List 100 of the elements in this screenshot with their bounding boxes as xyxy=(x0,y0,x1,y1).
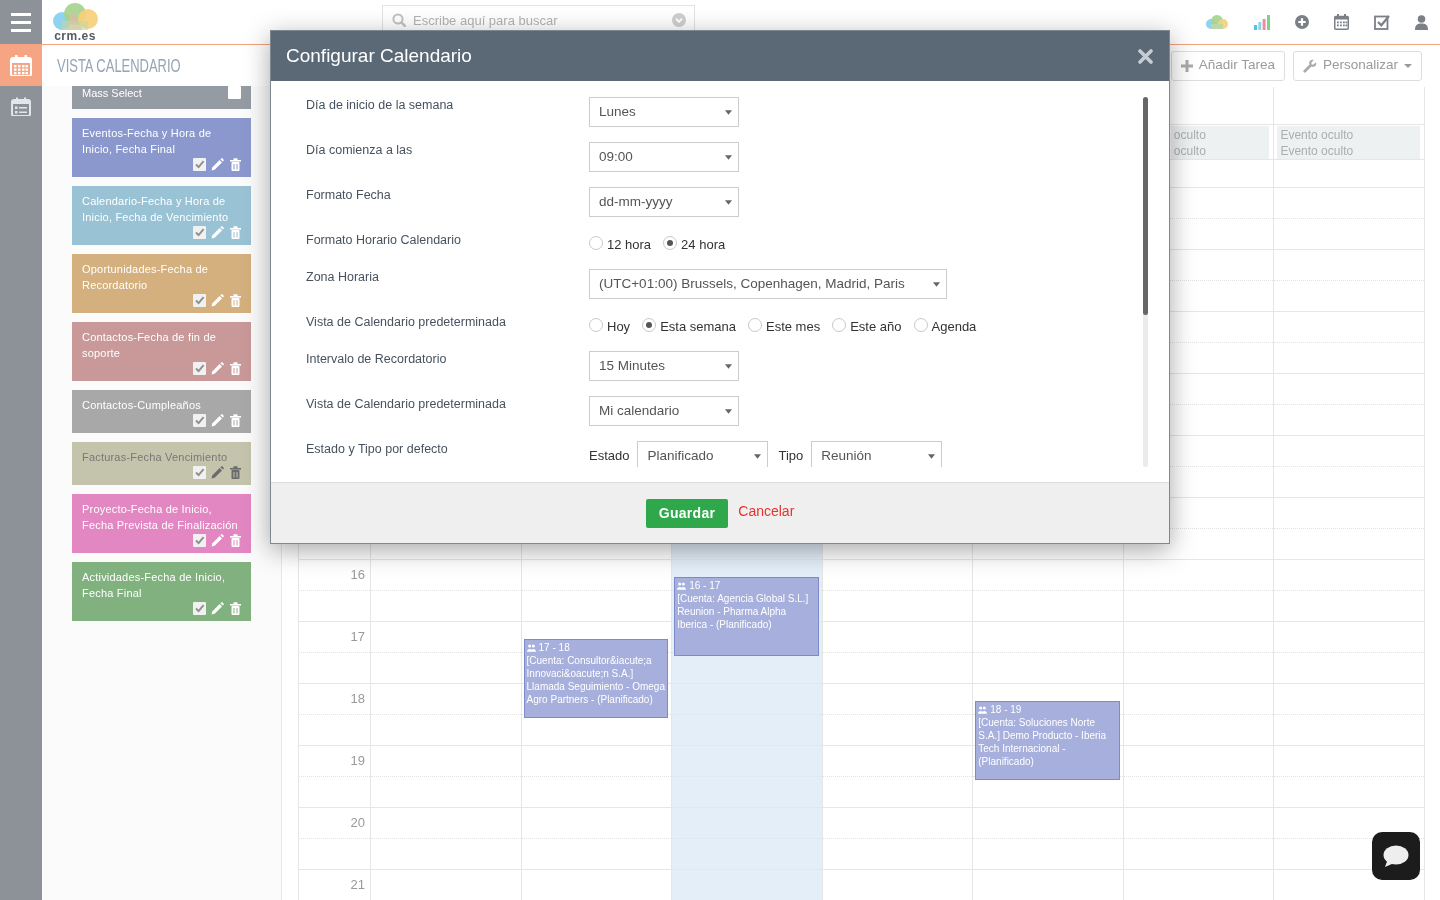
trash-icon[interactable] xyxy=(229,158,242,171)
trash-icon[interactable] xyxy=(229,602,242,615)
cancel-link[interactable]: Cancelar xyxy=(738,501,795,522)
scrollbar-thumb[interactable] xyxy=(1143,97,1148,315)
hour-label: 16 xyxy=(350,566,366,584)
wrench-icon xyxy=(1302,58,1317,73)
radio-button[interactable] xyxy=(589,318,603,332)
radio-button[interactable] xyxy=(589,236,603,250)
calendar-label: Eventos-Fecha y Hora de Inicio, Fecha Final xyxy=(82,126,213,157)
pencil-icon[interactable] xyxy=(211,466,224,479)
field-label: Día comienza a las xyxy=(306,142,413,158)
dropdown[interactable]: 15 Minutes xyxy=(589,351,739,381)
chevron-down-icon[interactable] xyxy=(672,13,686,27)
trash-icon[interactable] xyxy=(229,226,242,239)
search-icon xyxy=(392,13,406,27)
caret-icon xyxy=(725,199,732,205)
logo-text: crm.es xyxy=(54,30,96,43)
radio-button[interactable] xyxy=(642,318,657,332)
checkbox-icon[interactable] xyxy=(1374,14,1390,30)
trash-icon[interactable] xyxy=(229,362,242,375)
radio-button[interactable] xyxy=(663,236,678,250)
caret-icon xyxy=(754,453,762,459)
radio-label[interactable]: Hoy xyxy=(607,318,631,335)
cloud-icon[interactable] xyxy=(1205,15,1229,29)
dropdown[interactable]: Planificado xyxy=(637,441,769,467)
calendar-label: Proyecto-Fecha de Inicio, Fecha Prevista de Finalización xyxy=(82,502,239,533)
close-button[interactable] xyxy=(1138,48,1153,64)
radio-button[interactable] xyxy=(832,318,847,332)
caret-icon xyxy=(725,109,732,115)
trash-icon[interactable] xyxy=(229,534,242,547)
checkbox-icon[interactable] xyxy=(193,362,206,375)
pencil-icon[interactable] xyxy=(211,158,224,171)
field-label: Tipo xyxy=(778,447,804,466)
hour-label: 20 xyxy=(350,814,366,832)
checkbox-icon[interactable] xyxy=(193,414,206,427)
caret-icon xyxy=(932,281,940,287)
event-time: 16 - 17 xyxy=(689,579,721,592)
field-label: Estado y Tipo por defecto xyxy=(306,441,448,457)
pencil-icon[interactable] xyxy=(211,534,224,547)
pencil-icon[interactable] xyxy=(211,226,224,239)
trash-icon[interactable] xyxy=(229,466,242,479)
checkbox-icon[interactable] xyxy=(193,294,206,307)
add-circle-icon[interactable] xyxy=(1295,15,1309,29)
sidebar-tab[interactable] xyxy=(0,44,42,86)
dropdown[interactable]: (UTC+01:00) Brussels, Copenhagen, Madrid, Paris xyxy=(589,269,947,299)
hour-label: 18 xyxy=(350,690,366,708)
calendar-icon xyxy=(10,54,32,76)
radio-label[interactable]: 12 hora xyxy=(607,236,652,253)
radio-button[interactable] xyxy=(748,318,762,332)
field-label: Día de inicio de la semana xyxy=(306,97,454,113)
radio-label[interactable]: 24 hora xyxy=(681,236,726,253)
pencil-icon[interactable] xyxy=(211,294,224,307)
dropdown[interactable]: Reunión xyxy=(811,441,943,467)
chat-button[interactable] xyxy=(1372,832,1420,880)
checkbox-icon[interactable] xyxy=(193,534,206,547)
hour-label: 17 xyxy=(350,628,366,646)
caret-icon xyxy=(928,453,936,459)
caret-icon xyxy=(725,408,732,414)
calendar-label: Contactos-Cumpleaños xyxy=(82,398,201,413)
hour-label: 19 xyxy=(350,752,366,770)
calendar-label: Contactos-Fecha de fin de soporte xyxy=(82,330,218,361)
calendar-list-icon xyxy=(11,96,31,116)
page-title: VISTA CALENDARIO xyxy=(57,55,181,76)
trash-icon[interactable] xyxy=(229,294,242,307)
plus-icon xyxy=(1180,59,1193,72)
radio-label[interactable]: Este mes xyxy=(766,318,821,335)
bar-chart-icon[interactable] xyxy=(1254,14,1270,30)
dropdown[interactable]: Mi calendario xyxy=(589,396,739,426)
checkbox-icon[interactable] xyxy=(193,226,206,239)
caret-icon xyxy=(725,154,732,160)
caret-icon xyxy=(1404,63,1412,68)
dropdown[interactable]: dd-mm-yyyy xyxy=(589,187,739,217)
field-label: Formato Horario Calendario xyxy=(306,232,461,248)
field-label: Vista de Calendario predeterminada xyxy=(306,314,506,330)
field-label: Formato Fecha xyxy=(306,187,391,203)
checkbox-icon[interactable] xyxy=(193,158,206,171)
radio-label[interactable]: Esta semana xyxy=(660,318,736,335)
pencil-icon[interactable] xyxy=(211,362,224,375)
pencil-icon[interactable] xyxy=(211,414,224,427)
hour-label: 21 xyxy=(350,876,366,894)
close-icon xyxy=(1138,48,1153,64)
pencil-icon[interactable] xyxy=(211,602,224,615)
radio-button[interactable] xyxy=(913,318,928,332)
dropdown[interactable]: Lunes xyxy=(589,97,739,127)
mass-select-label: Mass Select xyxy=(82,86,142,100)
calendar-label: Calendario-Fecha y Hora de Inicio, Fecha de Vencimiento xyxy=(82,194,230,225)
calendar-icon[interactable] xyxy=(1334,14,1349,30)
checkbox-icon[interactable] xyxy=(193,602,206,615)
field-label: Intervalo de Recordatorio xyxy=(306,351,447,367)
caret-icon xyxy=(725,363,732,369)
scrollbar[interactable] xyxy=(1143,97,1148,467)
user-icon[interactable] xyxy=(1415,14,1428,30)
radio-label[interactable]: Este año xyxy=(850,318,902,335)
people-icon xyxy=(978,705,988,714)
radio-label[interactable]: Agenda xyxy=(931,318,977,335)
checkbox-icon[interactable] xyxy=(193,466,206,479)
trash-icon[interactable] xyxy=(229,414,242,427)
dropdown[interactable]: 09:00 xyxy=(589,142,739,172)
event-description: [Cuenta: Agencia Global S.L.] Reunion - Pharma Alpha Iberica - (Planificado) xyxy=(677,592,810,631)
checkbox[interactable] xyxy=(228,86,241,99)
